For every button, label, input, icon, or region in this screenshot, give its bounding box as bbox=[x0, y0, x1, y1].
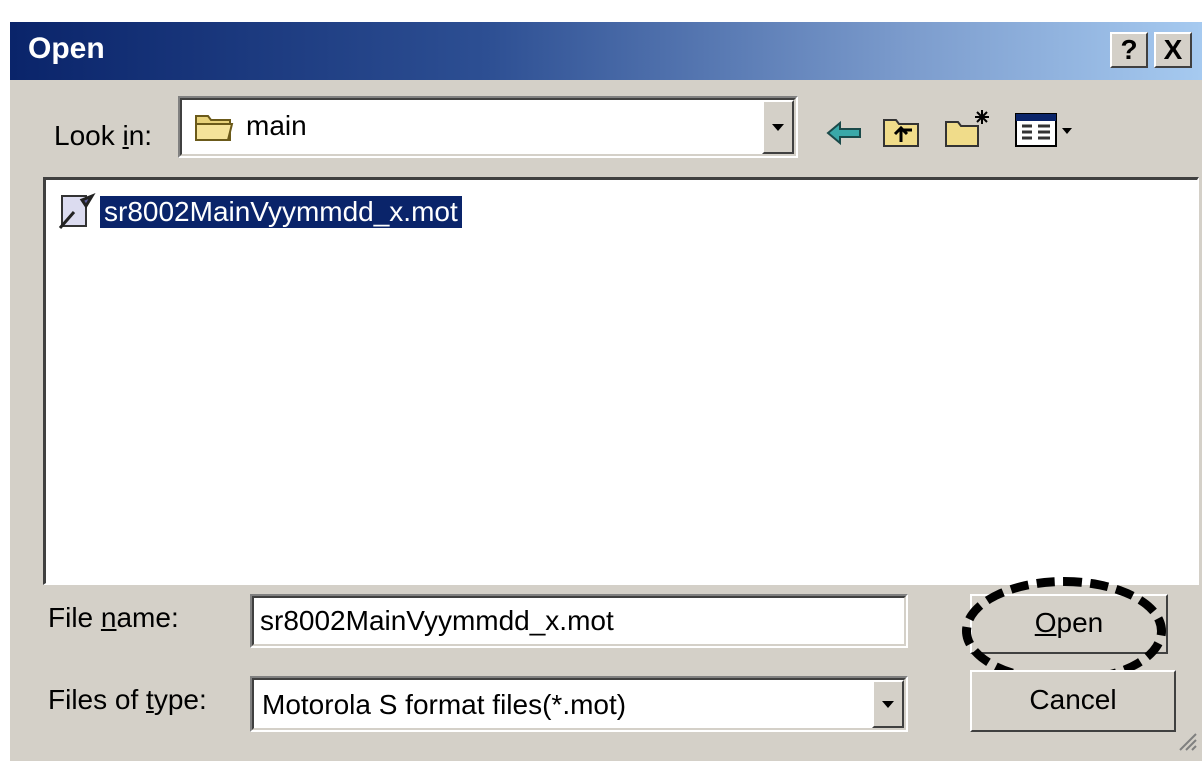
cancel-button-label: Cancel bbox=[1029, 684, 1117, 715]
look-in-label-post: n: bbox=[128, 120, 153, 151]
file-name-label: File name: bbox=[48, 602, 179, 634]
up-one-level-icon[interactable] bbox=[882, 114, 922, 150]
help-button[interactable]: ? bbox=[1110, 32, 1148, 68]
file-name-label-pre: File bbox=[48, 602, 101, 633]
files-of-type-label-post: ype: bbox=[153, 684, 207, 715]
look-in-dropdown-button[interactable] bbox=[762, 100, 794, 154]
chevron-down-icon bbox=[772, 124, 784, 131]
mot-file-icon bbox=[58, 192, 96, 229]
dialog-title: Open bbox=[28, 32, 105, 65]
resize-grip-icon[interactable] bbox=[1176, 730, 1198, 752]
open-button-highlight-outline bbox=[962, 577, 1166, 685]
look-in-label-pre: Look bbox=[54, 120, 123, 151]
file-item-name: sr8002MainVyymmdd_x.mot bbox=[100, 196, 462, 228]
look-in-label: Look in: bbox=[54, 120, 152, 152]
look-in-value: main bbox=[246, 110, 307, 141]
help-icon: ? bbox=[1120, 34, 1138, 65]
files-of-type-label-pre: Files of bbox=[48, 684, 147, 715]
title-bar[interactable]: Open ? X bbox=[10, 22, 1202, 80]
file-name-value: sr8002MainVyymmdd_x.mot bbox=[260, 605, 614, 636]
view-menu-icon[interactable] bbox=[1014, 112, 1076, 150]
files-of-type-label-accel: t bbox=[146, 684, 154, 715]
back-arrow-icon[interactable] bbox=[824, 118, 864, 148]
close-button[interactable]: X bbox=[1154, 32, 1192, 68]
chevron-down-icon bbox=[882, 701, 894, 708]
file-name-label-accel: n bbox=[100, 602, 117, 633]
new-folder-icon[interactable] bbox=[944, 108, 992, 150]
files-of-type-select[interactable]: Motorola S format files(*.mot) bbox=[250, 676, 908, 732]
open-dialog: Open ? X Look in: main sr8002MainVyymmdd… bbox=[10, 22, 1202, 761]
look-in-combo[interactable]: main bbox=[178, 96, 798, 158]
files-of-type-value: Motorola S format files(*.mot) bbox=[262, 689, 627, 720]
file-name-label-post: ame: bbox=[116, 602, 179, 633]
folder-icon bbox=[195, 115, 234, 141]
files-of-type-label: Files of type: bbox=[48, 684, 207, 716]
file-name-input[interactable]: sr8002MainVyymmdd_x.mot bbox=[250, 594, 908, 648]
close-icon: X bbox=[1163, 34, 1183, 65]
file-list[interactable]: sr8002MainVyymmdd_x.mot bbox=[43, 177, 1199, 585]
files-of-type-dropdown-button[interactable] bbox=[872, 680, 904, 728]
cancel-button[interactable]: Cancel bbox=[970, 670, 1176, 732]
